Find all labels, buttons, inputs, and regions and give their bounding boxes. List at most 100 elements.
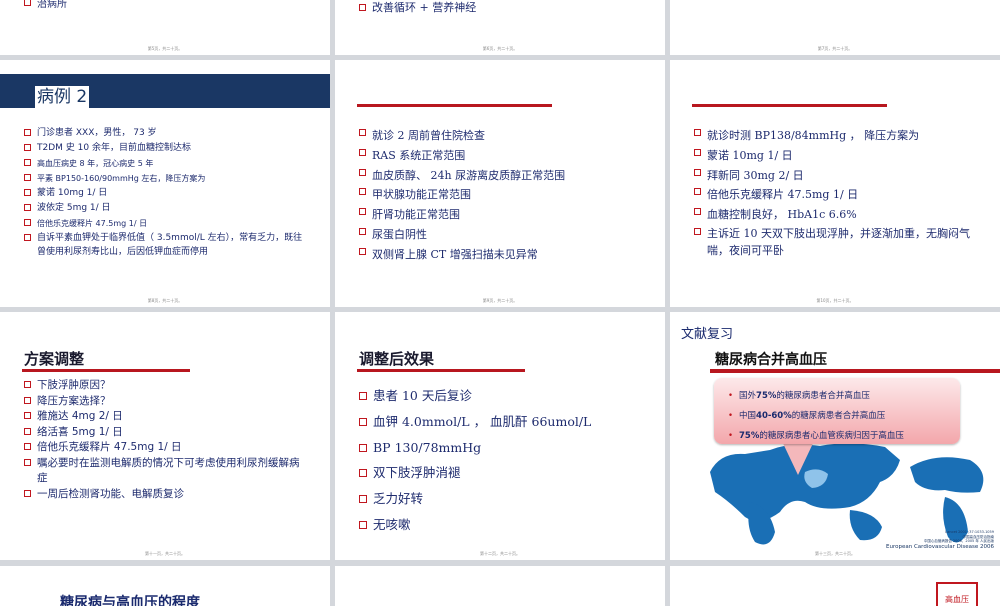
citation-main: European Cardiovascular Disease 2006 (886, 544, 994, 550)
bullet-icon (24, 489, 31, 497)
slide-12: 调整后效果 患者 10 天后复诊 血钾 4.0mmol/L ， 血肌酐 66um… (335, 312, 665, 560)
slide-14: 糖尿病与高血压的程度 (0, 566, 330, 606)
slide-title: 病例 2 (35, 86, 90, 108)
list-item: T2DM 史 10 余年，目前血糖控制达标 (24, 141, 309, 156)
bullet-dot-icon: • (728, 391, 734, 401)
list-item: 双侧肾上腺 CT 增强扫描未见异常 (359, 245, 649, 265)
slide-11: 方案调整 下肢浮肿原因？ 降压方案选择？ 雅施达 4mg 2/ 日 络活喜 5m… (0, 312, 330, 560)
list-item: 患者 10 天后复诊 (359, 383, 649, 409)
slide-footer: 第十二页，共二十页。 (480, 551, 520, 556)
bullet-icon (24, 219, 31, 226)
bullet-icon (24, 144, 31, 151)
list-item: • 75% 的糖尿病患者心血管疾病归因于高血压 (728, 426, 904, 446)
list-item: 就诊 2 周前曾住院检查 (359, 126, 649, 146)
slide-9: 就诊 2 周前曾住院检查 RAS 系统正常范围 血皮质醇、 24h 尿游离皮质醇… (335, 60, 665, 307)
bullet-icon (24, 427, 31, 435)
slide-6: 改善循环 + 营养神经 第6页，共二十页。 (335, 0, 665, 55)
title-underline (710, 369, 1000, 373)
slide-15 (335, 566, 665, 606)
slide-title: 方案调整 (24, 350, 85, 368)
slide-title: 调整后效果 (359, 350, 435, 368)
list-item: 倍他乐克缓释片 47.5mg 1/ 日 (24, 440, 309, 456)
bullet-icon (24, 189, 31, 196)
callout-list: • 国外 75% 的糖尿病患者合并高血压 • 中国 40-60% 的糖尿病患者合… (728, 386, 904, 446)
list-item: BP 130/78mmHg (359, 435, 649, 461)
bullet-icon (24, 234, 31, 241)
list-item: 主诉近 10 天双下肢出现浮肿，并逐渐加重，无胸闷气喘，夜间可平卧 (694, 225, 979, 259)
list-item: 门诊患者 XXX，男性， 73 岁 (24, 126, 309, 141)
bullet-icon (694, 208, 701, 216)
list-item: RAS 系统正常范围 (359, 146, 649, 166)
bullet-icon (359, 247, 366, 255)
slide-7: 第7页，共二十页。 (670, 0, 1000, 55)
list-item: 尿蛋白阴性 (359, 225, 649, 245)
list-item: • 中国 40-60% 的糖尿病患者合并高血压 (728, 406, 904, 426)
slide-16: 高血压 (670, 566, 1000, 606)
list-item: 蒙诺 10mg 1/ 日 (24, 186, 309, 201)
slide-text: 改善循环 + 营养神经 (372, 1, 477, 14)
bullet-icon (359, 208, 366, 216)
bullet-icon (359, 148, 366, 156)
list-item: 倍他乐克缓释片 47.5mg 1/ 日 (694, 185, 979, 205)
bullet-icon (694, 148, 701, 156)
bullet-icon (359, 3, 366, 11)
slide-footer: 第9页，共二十页。 (482, 298, 518, 303)
bullet-icon (359, 392, 367, 400)
slide-footer: 第十一页，共二十页。 (145, 551, 185, 556)
list-item: 肝肾功能正常范围 (359, 205, 649, 225)
slide-8: 病例 2 门诊患者 XXX，男性， 73 岁 T2DM 史 10 余年，目前血糖… (0, 60, 330, 307)
bullet-list: 门诊患者 XXX，男性， 73 岁 T2DM 史 10 余年，目前血糖控制达标 … (24, 126, 309, 259)
bullet-icon (359, 129, 366, 136)
callout-box: • 国外 75% 的糖尿病患者合并高血压 • 中国 40-60% 的糖尿病患者合… (714, 378, 960, 444)
logo-badge: 高血压 (936, 582, 978, 606)
bullet-icon (694, 129, 701, 136)
bullet-icon (359, 188, 366, 196)
slide-5: 治病所 第5页，共二十页。 (0, 0, 330, 55)
list-item: 自诉平素血钾处于临界低值（ 3.5mmol/L 左右），常有乏力，既往曾使用利尿… (24, 231, 309, 259)
bullet-icon (359, 417, 367, 426)
slide-10: 就诊时测 BP138/84mmHg ， 降压方案为 蒙诺 10mg 1/ 日 拜… (670, 60, 1000, 307)
bullet-icon (694, 227, 701, 235)
bullet-list: 下肢浮肿原因？ 降压方案选择？ 雅施达 4mg 2/ 日 络活喜 5mg 1/ … (24, 378, 309, 502)
bullet-icon (24, 443, 31, 450)
bullet-icon (694, 188, 701, 196)
slide-footer: 第7页，共二十页。 (817, 46, 853, 51)
list-item: 下肢浮肿原因？ (24, 378, 309, 394)
bullet-icon (24, 381, 31, 388)
bullet-icon (24, 174, 31, 181)
bullet-icon (359, 168, 366, 176)
list-item: 高血压病史 8 年，冠心病史 5 年 (24, 156, 309, 171)
bullet-icon (359, 495, 367, 504)
slide-footer: 第8页，共二十页。 (147, 298, 183, 303)
slide-text: 治病所 (37, 0, 67, 10)
bullet-list: 患者 10 天后复诊 血钾 4.0mmol/L ， 血肌酐 66umol/L B… (359, 383, 649, 538)
list-item: 血皮质醇、 24h 尿游离皮质醇正常范围 (359, 166, 649, 186)
title-underline (357, 104, 552, 107)
list-item: 嘱必要时在监测电解质的情况下可考虑使用利尿剂缓解病症 (24, 456, 309, 487)
list-item: 甲状腺功能正常范围 (359, 185, 649, 205)
list-item: 降压方案选择？ (24, 394, 309, 410)
bullet-icon (24, 458, 31, 466)
slide-footer: 第十三页，共二十页。 (815, 551, 855, 556)
bullet-list: 就诊 2 周前曾住院检查 RAS 系统正常范围 血皮质醇、 24h 尿游离皮质醇… (359, 126, 649, 265)
list-item: 双下肢浮肿消褪 (359, 460, 649, 486)
bullet-icon (24, 204, 31, 211)
bullet-icon (24, 159, 31, 166)
title-underline (357, 369, 525, 372)
bullet-icon (359, 227, 366, 235)
list-item: 无咳嗽 (359, 512, 649, 538)
list-item: 就诊时测 BP138/84mmHg ， 降压方案为 (694, 126, 979, 146)
bullet-list: 就诊时测 BP138/84mmHg ， 降压方案为 蒙诺 10mg 1/ 日 拜… (694, 126, 979, 259)
slide-title: 糖尿病与高血压的程度 (60, 595, 200, 606)
bullet-icon (24, 0, 31, 6)
slide-title: 糖尿病合并高血压 (715, 352, 827, 368)
bullet-icon (359, 520, 367, 529)
title-underline (22, 369, 190, 372)
bullet-icon (359, 469, 367, 478)
bullet-dot-icon: • (728, 431, 734, 441)
slide-footer: 第5页，共二十页。 (147, 46, 183, 51)
list-item: 蒙诺 10mg 1/ 日 (694, 146, 979, 166)
title-underline (692, 104, 887, 107)
slide-footer: 第10页，共二十页。 (816, 298, 854, 303)
list-item: 一周后检测肾功能、电解质复诊 (24, 487, 309, 503)
